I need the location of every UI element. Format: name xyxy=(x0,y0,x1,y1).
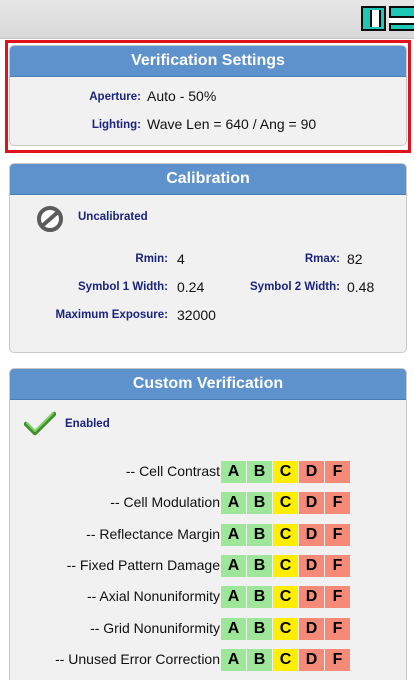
grade-selector: ABCDF xyxy=(221,554,351,577)
selection-highlight xyxy=(5,40,411,153)
grade-f-button[interactable]: F xyxy=(325,586,350,609)
grade-a-button[interactable]: A xyxy=(221,523,246,546)
grade-d-button[interactable]: D xyxy=(299,586,324,609)
grade-selector: ABCDF xyxy=(221,617,351,640)
grade-c-button[interactable]: C xyxy=(273,617,298,640)
grade-d-button[interactable]: D xyxy=(299,492,324,515)
max-exposure-value: 32000 xyxy=(177,307,216,323)
grade-b-button[interactable]: B xyxy=(247,617,272,640)
grade-a-button[interactable]: A xyxy=(221,461,246,483)
grade-b-button[interactable]: B xyxy=(247,523,272,546)
symbol2-width-label: Symbol 2 Width: xyxy=(250,281,340,293)
grade-a-button[interactable]: A xyxy=(221,648,246,671)
calibration-title: Calibration xyxy=(10,164,406,195)
toolbar xyxy=(0,0,414,39)
grade-c-button[interactable]: C xyxy=(273,586,298,609)
rmax-label: Rmax: xyxy=(304,253,340,265)
grade-selector: ABCDF xyxy=(221,648,351,671)
prohibited-icon xyxy=(37,206,63,232)
grade-b-button[interactable]: B xyxy=(247,586,272,609)
grade-d-button[interactable]: D xyxy=(299,648,324,671)
grade-f-button[interactable]: F xyxy=(325,648,350,671)
grade-a-button[interactable]: A xyxy=(221,617,246,640)
grade-a-button[interactable]: A xyxy=(221,586,246,609)
custom-verification-status: Enabled xyxy=(65,418,110,430)
calibration-panel: Calibration Uncalibrated Rmin: 4 Rmax: 8… xyxy=(9,163,407,353)
grade-b-button[interactable]: B xyxy=(247,461,272,483)
grade-c-button[interactable]: C xyxy=(273,523,298,546)
metric-label: -- Grid Nonuniformity xyxy=(90,619,220,636)
grade-f-button[interactable]: F xyxy=(325,554,350,577)
grade-selector: ABCDF xyxy=(221,461,351,483)
grade-b-button[interactable]: B xyxy=(247,648,272,671)
grade-d-button[interactable]: D xyxy=(299,617,324,640)
symbol1-width-label: Symbol 1 Width: xyxy=(78,281,168,293)
stacked-view-icon[interactable] xyxy=(389,6,414,31)
grade-d-button[interactable]: D xyxy=(299,554,324,577)
grade-f-button[interactable]: F xyxy=(325,461,350,483)
checkmark-icon xyxy=(24,411,56,436)
metric-label: -- Cell Modulation xyxy=(110,494,220,511)
grade-c-button[interactable]: C xyxy=(273,648,298,671)
symbol2-width-value: 0.48 xyxy=(347,279,375,295)
rmax-value: 82 xyxy=(347,251,363,267)
grade-d-button[interactable]: D xyxy=(299,461,324,483)
symbol1-width-value: 0.24 xyxy=(177,279,205,295)
grade-f-button[interactable]: F xyxy=(325,617,350,640)
custom-verification-panel: Custom Verification Enabled -- Cell Cont… xyxy=(9,368,407,680)
custom-verification-title: Custom Verification xyxy=(10,369,406,400)
metric-label: -- Fixed Pattern Damage xyxy=(66,556,220,573)
calibration-status: Uncalibrated xyxy=(78,211,148,223)
metric-label: -- Reflectance Margin xyxy=(86,525,220,542)
max-exposure-label: Maximum Exposure: xyxy=(55,309,168,321)
grade-d-button[interactable]: D xyxy=(299,523,324,546)
metric-label: -- Cell Contrast xyxy=(125,463,220,479)
metric-label: -- Unused Error Correction xyxy=(55,650,220,667)
metric-label: -- Axial Nonuniformity xyxy=(86,588,220,605)
grade-selector: ABCDF xyxy=(221,586,351,609)
grade-a-button[interactable]: A xyxy=(221,492,246,515)
grade-c-button[interactable]: C xyxy=(273,461,298,483)
grade-f-button[interactable]: F xyxy=(325,523,350,546)
grade-c-button[interactable]: C xyxy=(273,492,298,515)
grade-b-button[interactable]: B xyxy=(247,554,272,577)
grade-b-button[interactable]: B xyxy=(247,492,272,515)
rmin-value: 4 xyxy=(177,251,185,267)
grade-c-button[interactable]: C xyxy=(273,554,298,577)
split-view-icon[interactable] xyxy=(361,6,386,31)
grade-f-button[interactable]: F xyxy=(325,492,350,515)
grade-a-button[interactable]: A xyxy=(221,554,246,577)
grade-selector: ABCDF xyxy=(221,492,351,515)
grade-selector: ABCDF xyxy=(221,523,351,546)
rmin-label: Rmin: xyxy=(135,253,168,265)
